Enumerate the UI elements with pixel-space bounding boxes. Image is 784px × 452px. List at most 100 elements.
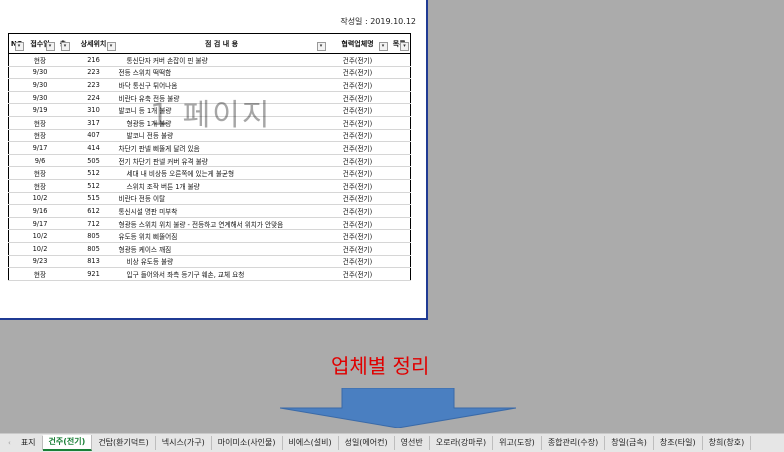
location-cell[interactable]: 805 [70,242,117,256]
date-cell[interactable]: 현장 [24,116,56,130]
vendor-cell[interactable]: 건주(전기) [326,229,389,243]
vendor-cell[interactable]: 건주(전기) [326,179,389,193]
floor-cell[interactable] [55,129,71,143]
no-cell[interactable] [8,267,25,281]
sheet-tab[interactable]: 건주(전기) [42,435,93,451]
filter-dropdown-icon[interactable]: ▾ [316,42,326,51]
vendor-cell[interactable]: 건주(전기) [326,103,389,117]
list-cell[interactable] [388,129,411,143]
floor-cell[interactable] [55,116,71,130]
column-header[interactable]: 목록▾ [388,33,411,54]
location-cell[interactable]: 317 [70,116,117,130]
date-cell[interactable]: 9/23 [24,255,56,269]
floor-cell[interactable] [55,78,71,92]
location-cell[interactable]: 414 [70,141,117,155]
column-header[interactable]: 협력업체명 ▾ [326,33,389,54]
filter-dropdown-icon[interactable]: ▾ [106,42,116,51]
floor-cell[interactable] [55,66,71,80]
content-cell[interactable]: 입구 들어와서 좌측 등기구 훼손, 교체 요청 [116,267,327,281]
list-cell[interactable] [388,91,411,105]
sheet-tab[interactable]: 표지 [15,436,43,450]
location-cell[interactable]: 813 [70,255,117,269]
content-cell[interactable]: 차단기 판넬 삐뚤게 달려 있음 [116,141,327,155]
sheet-tab[interactable]: 영선반 [395,436,430,450]
date-cell[interactable]: 10/2 [24,242,56,256]
vendor-cell[interactable]: 건주(전기) [326,192,389,206]
content-cell[interactable]: 형광등 케이스 깨짐 [116,242,327,256]
no-cell[interactable] [8,103,25,117]
location-cell[interactable]: 310 [70,103,117,117]
location-cell[interactable]: 921 [70,267,117,281]
list-cell[interactable] [388,141,411,155]
vendor-cell[interactable]: 건주(전기) [326,53,389,67]
floor-cell[interactable] [55,204,71,218]
no-cell[interactable] [8,192,25,206]
floor-cell[interactable] [55,255,71,269]
list-cell[interactable] [388,179,411,193]
date-cell[interactable]: 현장 [24,129,56,143]
table-row[interactable]: 현장 216 통신단자 커버 손잡이 핀 불량 건주(전기) [8,53,411,67]
list-cell[interactable] [388,192,411,206]
date-cell[interactable]: 9/16 [24,204,56,218]
vendor-cell[interactable]: 건주(전기) [326,66,389,80]
list-cell[interactable] [388,66,411,80]
date-cell[interactable]: 9/30 [24,66,56,80]
location-cell[interactable]: 505 [70,154,117,168]
sheet-tab[interactable]: 건탑(환기덕트) [92,436,156,450]
no-cell[interactable] [8,179,25,193]
vendor-cell[interactable]: 건주(전기) [326,204,389,218]
table-row[interactable]: 현장 512 세대 내 비상등 오른쪽에 있는게 불균형 건주(전기) [8,166,411,180]
content-cell[interactable]: 형광등 스위치 위치 불량 - 전등하고 연계해서 위치가 안맞음 [116,217,327,231]
floor-cell[interactable] [55,103,71,117]
sheet-tab[interactable]: 넥시스(가구) [156,436,212,450]
column-header[interactable]: 층▾ [55,33,71,54]
floor-cell[interactable] [55,91,71,105]
floor-cell[interactable] [55,154,71,168]
date-cell[interactable]: 9/17 [24,217,56,231]
table-row[interactable]: 10/2 805 유도등 위치 삐뚤어짐 건주(전기) [8,229,411,243]
date-cell[interactable]: 9/19 [24,103,56,117]
no-cell[interactable] [8,66,25,80]
date-cell[interactable]: 현장 [24,53,56,67]
list-cell[interactable] [388,204,411,218]
location-cell[interactable]: 512 [70,166,117,180]
content-cell[interactable]: 유도등 위치 삐뚤어짐 [116,229,327,243]
content-cell[interactable]: 세대 내 비상등 오른쪽에 있는게 불균형 [116,166,327,180]
location-cell[interactable]: 712 [70,217,117,231]
list-cell[interactable] [388,116,411,130]
floor-cell[interactable] [55,229,71,243]
vendor-cell[interactable]: 건주(전기) [326,154,389,168]
no-cell[interactable] [8,255,25,269]
vendor-cell[interactable]: 건주(전기) [326,78,389,92]
filter-dropdown-icon[interactable]: ▾ [60,42,70,51]
filter-dropdown-icon[interactable]: ▾ [45,42,55,51]
floor-cell[interactable] [55,242,71,256]
content-cell[interactable]: 스위치 조작 버튼 1개 불량 [116,179,327,193]
date-cell[interactable]: 현장 [24,166,56,180]
vendor-cell[interactable]: 건주(전기) [326,217,389,231]
no-cell[interactable] [8,78,25,92]
vendor-cell[interactable]: 건주(전기) [326,267,389,281]
date-cell[interactable]: 9/30 [24,78,56,92]
location-cell[interactable]: 224 [70,91,117,105]
vendor-cell[interactable]: 건주(전기) [326,116,389,130]
no-cell[interactable] [8,53,25,67]
column-header[interactable]: 접수일 ▾ [24,33,56,54]
no-cell[interactable] [8,129,25,143]
no-cell[interactable] [8,217,25,231]
filter-dropdown-icon[interactable]: ▾ [378,42,388,51]
sheet-tab[interactable]: 마이미소(사인물) [212,436,283,450]
no-cell[interactable] [8,141,25,155]
vendor-cell[interactable]: 건주(전기) [326,242,389,256]
content-cell[interactable]: 비란다 전등 이탈 [116,192,327,206]
content-cell[interactable]: 전등 스위치 떡떡함 [116,66,327,80]
list-cell[interactable] [388,229,411,243]
list-cell[interactable] [388,78,411,92]
list-cell[interactable] [388,255,411,269]
content-cell[interactable]: 통신단자 커버 손잡이 핀 불량 [116,53,327,67]
sheet-tab[interactable]: 종합관리(수장) [542,436,606,450]
location-cell[interactable]: 805 [70,229,117,243]
no-cell[interactable] [8,242,25,256]
no-cell[interactable] [8,91,25,105]
no-cell[interactable] [8,229,25,243]
